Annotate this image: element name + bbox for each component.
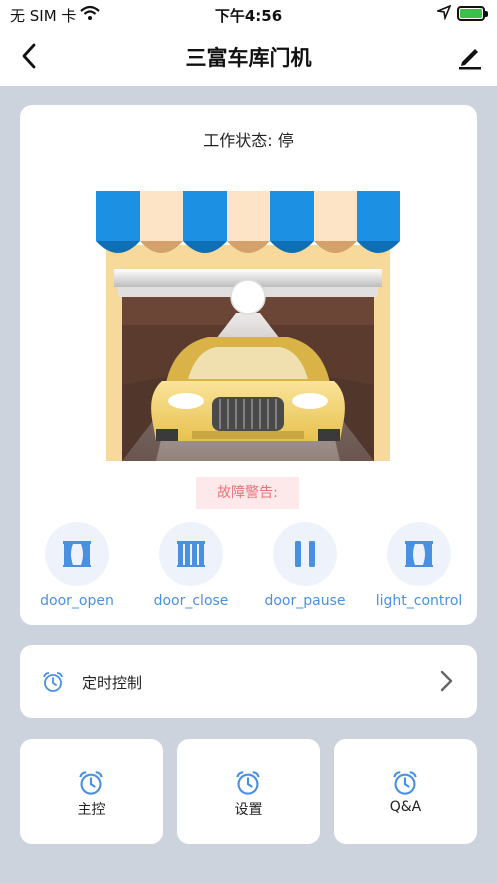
fault-warning: 故障警告: [196,477,299,509]
qa-label: Q&A [389,799,422,815]
pause-icon [295,541,315,567]
door-pause-circle [273,522,337,586]
status-bar: 无 SIM 卡 下午4:56 [0,0,497,28]
curtain-open-icon [405,541,433,567]
alarm-clock-icon [43,672,63,692]
curtain-open-icon [63,541,91,567]
work-status: 工作状态: 停 [203,131,294,150]
clock-time: 下午4:56 [214,7,283,25]
door-open-button[interactable]: door_open [17,522,137,609]
door-pause-button[interactable]: door_pause [245,522,365,609]
light-control-label: light_control [375,593,463,609]
light-control-circle [387,522,451,586]
door-open-circle [45,522,109,586]
garage-illustration [96,191,400,461]
timer-control-row[interactable]: 定时控制 [20,645,477,718]
alarm-clock-icon [79,771,103,795]
device-card: 工作状态: 停 故障警告: door_open door_close door_… [20,105,477,625]
door-close-circle [159,522,223,586]
edit-button[interactable] [456,42,484,70]
main-control-label: 主控 [77,802,106,818]
timer-control-label: 定时控制 [82,674,143,692]
chevron-right-icon [440,670,453,692]
qa-tile[interactable]: Q&A [334,739,477,844]
page-title: 三富车库门机 [185,46,312,70]
main-control-tile[interactable]: 主控 [20,739,163,844]
settings-tile[interactable]: 设置 [177,739,320,844]
settings-label: 设置 [234,802,263,818]
door-close-button[interactable]: door_close [131,522,251,609]
door-pause-label: door_pause [264,593,346,609]
door-close-label: door_close [153,593,229,609]
location-arrow-icon [435,4,452,24]
battery-icon [457,6,488,21]
alarm-clock-icon [236,771,260,795]
curtain-closed-icon [177,541,205,567]
alarm-clock-icon [393,771,417,795]
light-control-button[interactable]: light_control [359,522,479,609]
navigation-bar: 三富车库门机 [0,28,497,86]
pencil-icon [459,49,481,70]
door-open-label: door_open [40,593,114,609]
